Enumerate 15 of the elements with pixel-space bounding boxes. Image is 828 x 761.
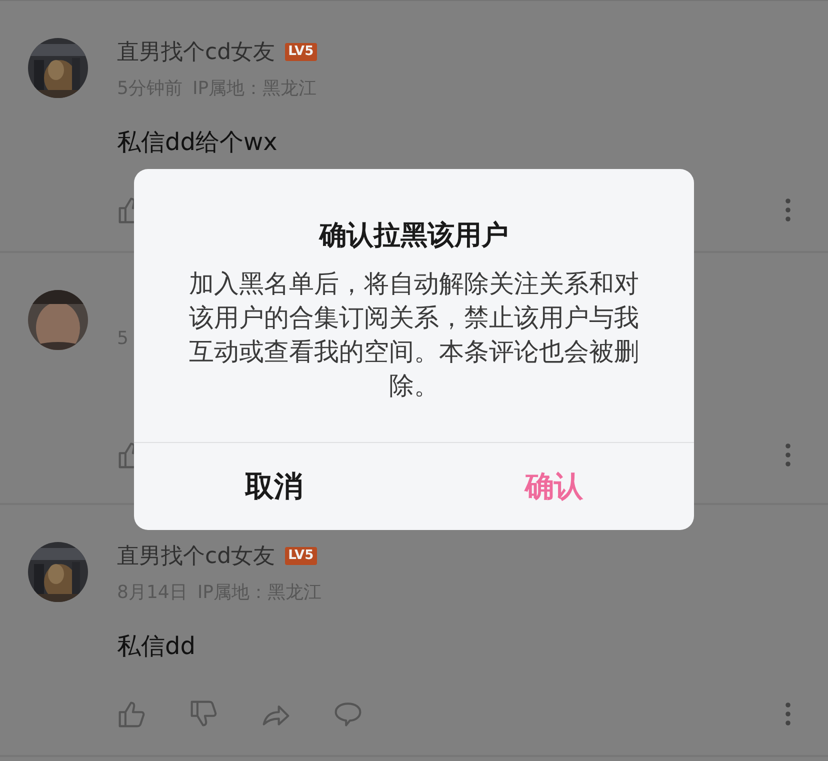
comment-text: 私信dd给个wx (117, 127, 278, 158)
level-badge: LV5 (285, 43, 317, 61)
dialog-title: 确认拉黑该用户 (320, 219, 508, 253)
confirm-button[interactable]: 确认 (414, 443, 694, 530)
dialog-message: 加入黑名单后，将自动解除关注关系和对该用户的合集订阅关系，禁止该用户与我互动或查看我的空间。本条评论也会被删除。 (188, 268, 640, 402)
thumbs-up-icon[interactable] (117, 699, 147, 729)
cancel-button[interactable]: 取消 (134, 443, 414, 530)
thumbs-down-icon[interactable] (189, 699, 219, 729)
user-name[interactable]: 直男找个cd女友 (117, 541, 276, 571)
comment-text: 私信dd (117, 631, 196, 662)
level-badge: LV5 (285, 547, 317, 565)
user-name[interactable]: 直男找个cd女友 (117, 37, 276, 67)
more-icon[interactable] (785, 702, 791, 726)
more-icon[interactable] (785, 198, 791, 222)
more-icon[interactable] (785, 443, 791, 467)
